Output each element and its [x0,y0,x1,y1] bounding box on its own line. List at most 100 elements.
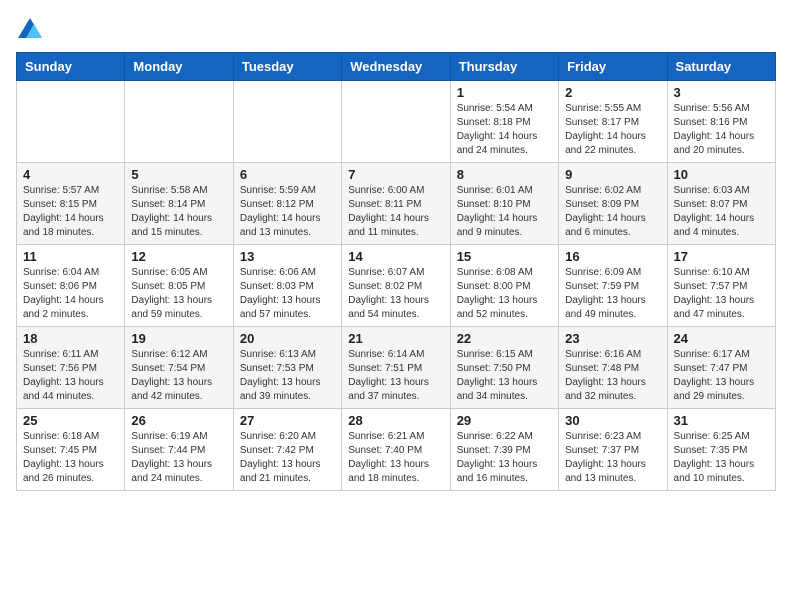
calendar-cell: 23Sunrise: 6:16 AM Sunset: 7:48 PM Dayli… [559,327,667,409]
calendar-cell: 21 Sunrise: 6:14 AM Sunset: 7:51 PM Dayli… [342,327,450,409]
calendar-week-3: 11 Sunrise: 6:04 AM Sunset: 8:06 PM Dayli… [17,245,776,327]
day-info: Sunrise: 6:25 AM Sunset: 7:35 PM Dayligh… [674,430,769,486]
day-number: 10 [674,167,769,182]
calendar-cell: 5 Sunrise: 5:58 AM Sunset: 8:14 PM Daylig… [125,163,233,245]
day-info: Sunrise: 6:14 AM Sunset: 7:51 PM Dayligh… [348,348,443,404]
day-number: 18 [23,331,118,346]
calendar-cell: 22Sunrise: 6:15 AM Sunset: 7:50 PM Dayli… [450,327,558,409]
day-number: 25 [23,413,118,428]
day-info: Sunrise: 6:03 AM Sunset: 8:07 PM Dayligh… [674,184,769,240]
calendar-cell: 4 Sunrise: 5:57 AM Sunset: 8:15 PM Daylig… [17,163,125,245]
calendar-cell: 12Sunrise: 6:05 AM Sunset: 8:05 PM Dayli… [125,245,233,327]
day-number: 4 [23,167,118,182]
day-info: Sunrise: 6:09 AM Sunset: 7:59 PM Dayligh… [565,266,660,322]
day-number: 9 [565,167,660,182]
day-info: Sunrise: 5:56 AM Sunset: 8:16 PM Dayligh… [674,102,769,158]
day-info: Sunrise: 6:21 AM Sunset: 7:40 PM Dayligh… [348,430,443,486]
day-info: Sunrise: 6:00 AM Sunset: 8:11 PM Dayligh… [348,184,443,240]
calendar-cell [233,81,341,163]
calendar-cell: 6 Sunrise: 5:59 AM Sunset: 8:12 PM Daylig… [233,163,341,245]
calendar-cell [125,81,233,163]
logo [16,16,48,44]
calendar-body: 1 Sunrise: 5:54 AM Sunset: 8:18 PM Daylig… [17,81,776,491]
calendar-cell: 30 Sunrise: 6:23 AM Sunset: 7:37 PM Dayli… [559,409,667,491]
day-number: 22 [457,331,552,346]
day-number: 23 [565,331,660,346]
day-info: Sunrise: 6:08 AM Sunset: 8:00 PM Dayligh… [457,266,552,322]
day-number: 24 [674,331,769,346]
weekday-header-wednesday: Wednesday [342,53,450,81]
weekday-header-thursday: Thursday [450,53,558,81]
weekday-header-sunday: Sunday [17,53,125,81]
calendar-cell: 27 Sunrise: 6:20 AM Sunset: 7:42 PM Dayli… [233,409,341,491]
calendar-cell: 19 Sunrise: 6:12 AM Sunset: 7:54 PM Dayli… [125,327,233,409]
day-info: Sunrise: 5:55 AM Sunset: 8:17 PM Dayligh… [565,102,660,158]
day-number: 13 [240,249,335,264]
calendar-week-4: 18 Sunrise: 6:11 AM Sunset: 7:56 PM Dayli… [17,327,776,409]
calendar-cell: 3 Sunrise: 5:56 AM Sunset: 8:16 PM Daylig… [667,81,775,163]
day-info: Sunrise: 6:17 AM Sunset: 7:47 PM Dayligh… [674,348,769,404]
calendar-cell: 1 Sunrise: 5:54 AM Sunset: 8:18 PM Daylig… [450,81,558,163]
calendar-cell: 2Sunrise: 5:55 AM Sunset: 8:17 PM Daylig… [559,81,667,163]
day-number: 30 [565,413,660,428]
calendar-cell: 11 Sunrise: 6:04 AM Sunset: 8:06 PM Dayli… [17,245,125,327]
day-number: 26 [131,413,226,428]
day-number: 7 [348,167,443,182]
day-number: 31 [674,413,769,428]
calendar-week-5: 25 Sunrise: 6:18 AM Sunset: 7:45 PM Dayli… [17,409,776,491]
day-number: 6 [240,167,335,182]
page-header [16,16,776,44]
calendar-cell: 25 Sunrise: 6:18 AM Sunset: 7:45 PM Dayli… [17,409,125,491]
day-info: Sunrise: 6:11 AM Sunset: 7:56 PM Dayligh… [23,348,118,404]
calendar-cell: 26 Sunrise: 6:19 AM Sunset: 7:44 PM Dayli… [125,409,233,491]
calendar-week-2: 4 Sunrise: 5:57 AM Sunset: 8:15 PM Daylig… [17,163,776,245]
day-number: 20 [240,331,335,346]
day-info: Sunrise: 6:20 AM Sunset: 7:42 PM Dayligh… [240,430,335,486]
day-info: Sunrise: 6:19 AM Sunset: 7:44 PM Dayligh… [131,430,226,486]
day-info: Sunrise: 5:57 AM Sunset: 8:15 PM Dayligh… [23,184,118,240]
weekday-header-tuesday: Tuesday [233,53,341,81]
day-info: Sunrise: 6:07 AM Sunset: 8:02 PM Dayligh… [348,266,443,322]
day-info: Sunrise: 6:02 AM Sunset: 8:09 PM Dayligh… [565,184,660,240]
day-info: Sunrise: 5:54 AM Sunset: 8:18 PM Dayligh… [457,102,552,158]
day-info: Sunrise: 6:18 AM Sunset: 7:45 PM Dayligh… [23,430,118,486]
day-number: 5 [131,167,226,182]
day-number: 1 [457,85,552,100]
day-number: 17 [674,249,769,264]
calendar-cell [17,81,125,163]
day-info: Sunrise: 5:58 AM Sunset: 8:14 PM Dayligh… [131,184,226,240]
calendar-cell: 8Sunrise: 6:01 AM Sunset: 8:10 PM Daylig… [450,163,558,245]
weekday-header-saturday: Saturday [667,53,775,81]
calendar-cell: 24 Sunrise: 6:17 AM Sunset: 7:47 PM Dayli… [667,327,775,409]
calendar-cell: 7 Sunrise: 6:00 AM Sunset: 8:11 PM Daylig… [342,163,450,245]
calendar-cell: 9 Sunrise: 6:02 AM Sunset: 8:09 PM Daylig… [559,163,667,245]
calendar-cell: 18 Sunrise: 6:11 AM Sunset: 7:56 PM Dayli… [17,327,125,409]
day-info: Sunrise: 6:04 AM Sunset: 8:06 PM Dayligh… [23,266,118,322]
day-info: Sunrise: 6:22 AM Sunset: 7:39 PM Dayligh… [457,430,552,486]
day-info: Sunrise: 5:59 AM Sunset: 8:12 PM Dayligh… [240,184,335,240]
calendar-header: SundayMondayTuesdayWednesdayThursdayFrid… [17,53,776,81]
weekday-header-monday: Monday [125,53,233,81]
day-info: Sunrise: 6:13 AM Sunset: 7:53 PM Dayligh… [240,348,335,404]
calendar-table: SundayMondayTuesdayWednesdayThursdayFrid… [16,52,776,491]
weekday-header-friday: Friday [559,53,667,81]
day-info: Sunrise: 6:01 AM Sunset: 8:10 PM Dayligh… [457,184,552,240]
logo-icon [16,16,44,44]
day-number: 19 [131,331,226,346]
day-number: 21 [348,331,443,346]
day-number: 27 [240,413,335,428]
day-number: 28 [348,413,443,428]
day-info: Sunrise: 6:23 AM Sunset: 7:37 PM Dayligh… [565,430,660,486]
weekday-header-row: SundayMondayTuesdayWednesdayThursdayFrid… [17,53,776,81]
day-info: Sunrise: 6:06 AM Sunset: 8:03 PM Dayligh… [240,266,335,322]
day-number: 3 [674,85,769,100]
day-info: Sunrise: 6:12 AM Sunset: 7:54 PM Dayligh… [131,348,226,404]
calendar-cell: 16 Sunrise: 6:09 AM Sunset: 7:59 PM Dayli… [559,245,667,327]
day-number: 16 [565,249,660,264]
day-number: 11 [23,249,118,264]
calendar-cell: 15Sunrise: 6:08 AM Sunset: 8:00 PM Dayli… [450,245,558,327]
calendar-cell: 20 Sunrise: 6:13 AM Sunset: 7:53 PM Dayli… [233,327,341,409]
calendar-cell: 13 Sunrise: 6:06 AM Sunset: 8:03 PM Dayli… [233,245,341,327]
calendar-cell: 29Sunrise: 6:22 AM Sunset: 7:39 PM Dayli… [450,409,558,491]
calendar-cell: 14Sunrise: 6:07 AM Sunset: 8:02 PM Dayli… [342,245,450,327]
